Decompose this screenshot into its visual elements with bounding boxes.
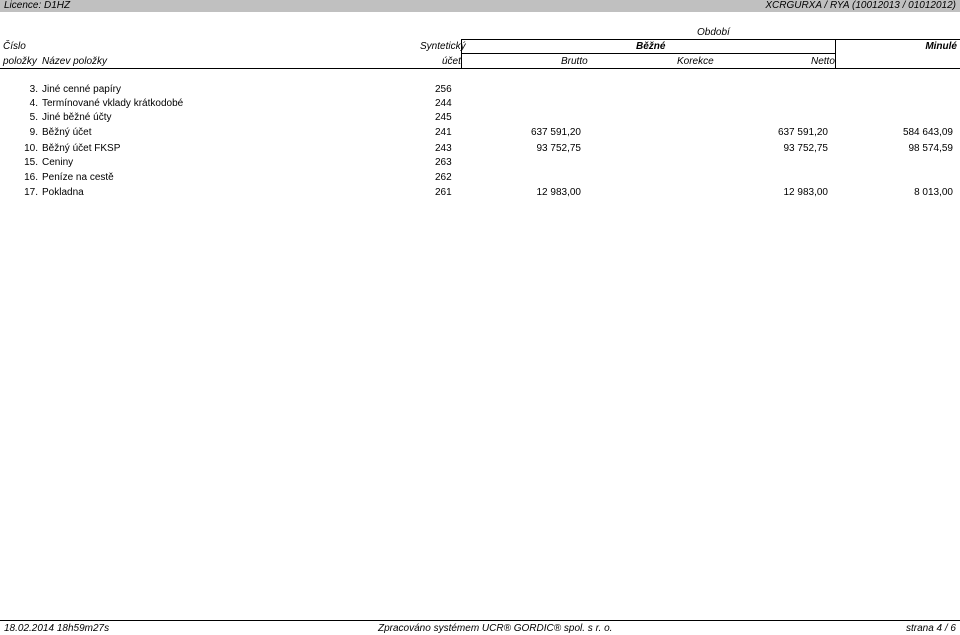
header-bezne: Běžné bbox=[636, 41, 666, 52]
row-name: Termínované vklady krátkodobé bbox=[42, 98, 184, 109]
row-number: 15. bbox=[24, 157, 38, 168]
header-rule-bottom bbox=[0, 68, 960, 69]
header-rule-obdobi bbox=[461, 39, 960, 40]
header-ucet: účet bbox=[442, 56, 461, 67]
header-obdobi: Období bbox=[697, 27, 730, 38]
footer-system: Zpracováno systémem UCR® GORDIC® spol. s… bbox=[378, 623, 613, 634]
table-row: 16. Peníze na cestě 262 bbox=[0, 171, 960, 185]
table-row: 4. Termínované vklady krátkodobé 244 bbox=[0, 97, 960, 111]
row-brutto: 93 752,75 bbox=[536, 143, 582, 154]
licence-label: Licence: D1HZ bbox=[4, 0, 71, 11]
table-row: 5. Jiné běžné účty 245 bbox=[0, 111, 960, 125]
row-name: Ceniny bbox=[42, 157, 74, 168]
header-brutto: Brutto bbox=[561, 56, 588, 67]
header-polozky: položky bbox=[3, 56, 37, 67]
row-netto: 93 752,75 bbox=[783, 143, 829, 154]
row-name: Peníze na cestě bbox=[42, 172, 114, 183]
table-row: 17. Pokladna 261 12 983,00 12 983,00 8 0… bbox=[0, 186, 960, 200]
row-name: Jiné cenné papíry bbox=[42, 84, 121, 95]
header-cislo: Číslo bbox=[3, 41, 26, 52]
row-number: 4. bbox=[29, 98, 38, 109]
row-account: 244 bbox=[435, 98, 452, 109]
header-minule: Minulé bbox=[925, 41, 957, 52]
header-nazev: Název položky bbox=[42, 56, 108, 67]
row-number: 5. bbox=[29, 112, 38, 123]
report-code: XCRGURXA / RYA (10012013 / 01012012) bbox=[765, 0, 956, 11]
row-account: 241 bbox=[435, 127, 452, 138]
footer-page: strana 4 / 6 bbox=[905, 623, 956, 634]
table-row: 3. Jiné cenné papíry 256 bbox=[0, 83, 960, 97]
row-number: 16. bbox=[24, 172, 38, 183]
header-korekce: Korekce bbox=[677, 56, 714, 67]
row-number: 9. bbox=[29, 127, 38, 138]
row-brutto: 12 983,00 bbox=[536, 187, 582, 198]
header-netto: Netto bbox=[811, 56, 835, 67]
row-account: 245 bbox=[435, 112, 452, 123]
row-number: 10. bbox=[24, 143, 38, 154]
table-row: 15. Ceniny 263 bbox=[0, 156, 960, 170]
row-name: Běžný účet FKSP bbox=[42, 143, 121, 154]
row-name: Pokladna bbox=[42, 187, 84, 198]
row-number: 3. bbox=[29, 84, 38, 95]
row-brutto: 637 591,20 bbox=[530, 127, 581, 138]
row-account: 243 bbox=[435, 143, 452, 154]
row-account: 256 bbox=[435, 84, 452, 95]
row-account: 262 bbox=[435, 172, 452, 183]
header-synteticky: Syntetický bbox=[420, 41, 466, 52]
header-vsep-2 bbox=[835, 39, 836, 68]
row-netto: 637 591,20 bbox=[777, 127, 828, 138]
row-minule: 584 643,09 bbox=[902, 127, 953, 138]
row-minule: 98 574,59 bbox=[908, 143, 954, 154]
row-number: 17. bbox=[24, 187, 38, 198]
table-row: 10. Běžný účet FKSP 243 93 752,75 93 752… bbox=[0, 142, 960, 156]
row-minule: 8 013,00 bbox=[914, 187, 953, 198]
row-name: Běžný účet bbox=[42, 127, 92, 138]
footer-datetime: 18.02.2014 18h59m27s bbox=[4, 623, 110, 634]
header-vsep-1 bbox=[461, 39, 462, 68]
row-netto: 12 983,00 bbox=[783, 187, 829, 198]
footer-rule bbox=[0, 620, 960, 621]
row-name: Jiné běžné účty bbox=[42, 112, 112, 123]
top-bar: Licence: D1HZ XCRGURXA / RYA (10012013 /… bbox=[0, 0, 960, 12]
row-account: 261 bbox=[435, 187, 452, 198]
header-rule-bezne bbox=[461, 53, 835, 54]
row-account: 263 bbox=[435, 157, 452, 168]
table-row: 9. Běžný účet 241 637 591,20 637 591,20 … bbox=[0, 126, 960, 140]
